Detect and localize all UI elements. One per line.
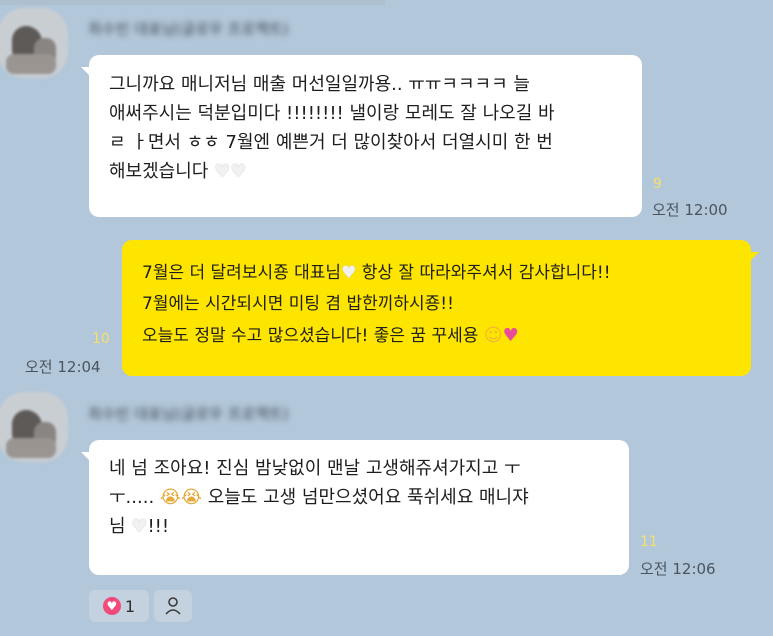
sparkling-heart-icon: ♥ — [502, 325, 519, 346]
sender-name: 최수빈 대표님(글로우 프로젝트) — [88, 20, 289, 38]
message-line: 오늘도 정말 수고 많으셨습니다! 좋은 꿈 꾸세용 ☺♥ — [142, 320, 751, 352]
timestamp: 오전 12:06 — [640, 560, 716, 578]
message-bubble-incoming[interactable]: 그니까요 매니저님 매출 머선일일까용.. ㅠㅠㅋㅋㅋㅋ 늘 애써주시는 덕분입… — [81, 55, 642, 217]
timestamp: 오전 12:04 — [25, 358, 101, 376]
message-text: 오늘도 고생 넘만으셨어요 푹쉬세요 매니쟈 — [201, 487, 529, 508]
message-text: ㅜ..... — [109, 487, 160, 508]
message-text: 네 넘 조아요! 진심 밤낮없이 맨날 고생해쥬셔가지고 ㅜ — [109, 458, 521, 479]
message-line: 해보겠습니다 ♥♥ — [109, 157, 642, 186]
message-bubble-incoming[interactable]: 네 넘 조아요! 진심 밤낮없이 맨날 고생해쥬셔가지고 ㅜ ㅜ..... 😭😭… — [81, 440, 629, 575]
message-text: 해보겠습니다 — [109, 161, 209, 182]
message-text: 님 — [109, 516, 132, 537]
top-strip — [0, 0, 385, 5]
message-bubble-outgoing[interactable]: 7월은 더 달려보시죵 대표님♥ 항상 잘 따라와주셔서 감사합니다!! 7월에… — [122, 240, 759, 376]
white-heart-icon: ♥ — [341, 263, 357, 283]
avatar[interactable] — [0, 8, 68, 78]
heart-reaction-button[interactable]: ♥ 1 — [89, 590, 149, 622]
message-text: 그니까요 매니저님 매출 머선일일까용.. ㅠㅠㅋㅋㅋㅋ 늘 — [109, 74, 530, 95]
relieved-face-icon: ☺ — [483, 325, 503, 346]
crying-face-icon: 😭😭 — [159, 487, 202, 508]
message-text: ㄹ ㅏ면서 ㅎㅎ 7월엔 예쁜거 더 많이찾아서 더열시미 한 번 — [109, 132, 553, 153]
message-text: 오늘도 정말 수고 많으셨습니다! 좋은 꿈 꾸세용 — [142, 326, 484, 346]
unread-count: 9 — [653, 176, 662, 192]
timestamp: 오전 12:00 — [652, 201, 728, 219]
message-text: 7월에는 시간되시면 미팅 겸 밥한끼하시죵!! — [142, 294, 454, 314]
avatar[interactable] — [0, 392, 68, 462]
unread-count: 10 — [92, 331, 110, 347]
message-text: 7월은 더 달려보시죵 대표님 — [142, 263, 342, 283]
white-heart-icon: ♥♥ — [214, 161, 247, 182]
message-text: 애써주시는 덕분입미다 !!!!!!!! 낼이랑 모레도 잘 나오길 바 — [109, 103, 555, 124]
message-line: ㅜ..... 😭😭 오늘도 고생 넘만으셨어요 푹쉬세요 매니쟈 — [109, 483, 629, 512]
person-icon — [165, 597, 181, 615]
message-line: 7월은 더 달려보시죵 대표님♥ 항상 잘 따라와주셔서 감사합니다!! — [142, 258, 751, 289]
white-heart-icon: ♥ — [131, 516, 148, 537]
heart-icon: ♥ — [102, 597, 121, 615]
message-line: 님 ♥!!! — [109, 512, 629, 541]
reaction-count: 1 — [124, 596, 136, 616]
unread-count: 11 — [640, 534, 658, 550]
message-text: 항상 잘 따라와주셔서 감사합니다!! — [356, 263, 611, 283]
sender-name: 최수빈 대표님(글로우 프로젝트) — [88, 405, 289, 423]
message-text: !!! — [147, 516, 170, 537]
reaction-member-button[interactable] — [154, 590, 192, 622]
